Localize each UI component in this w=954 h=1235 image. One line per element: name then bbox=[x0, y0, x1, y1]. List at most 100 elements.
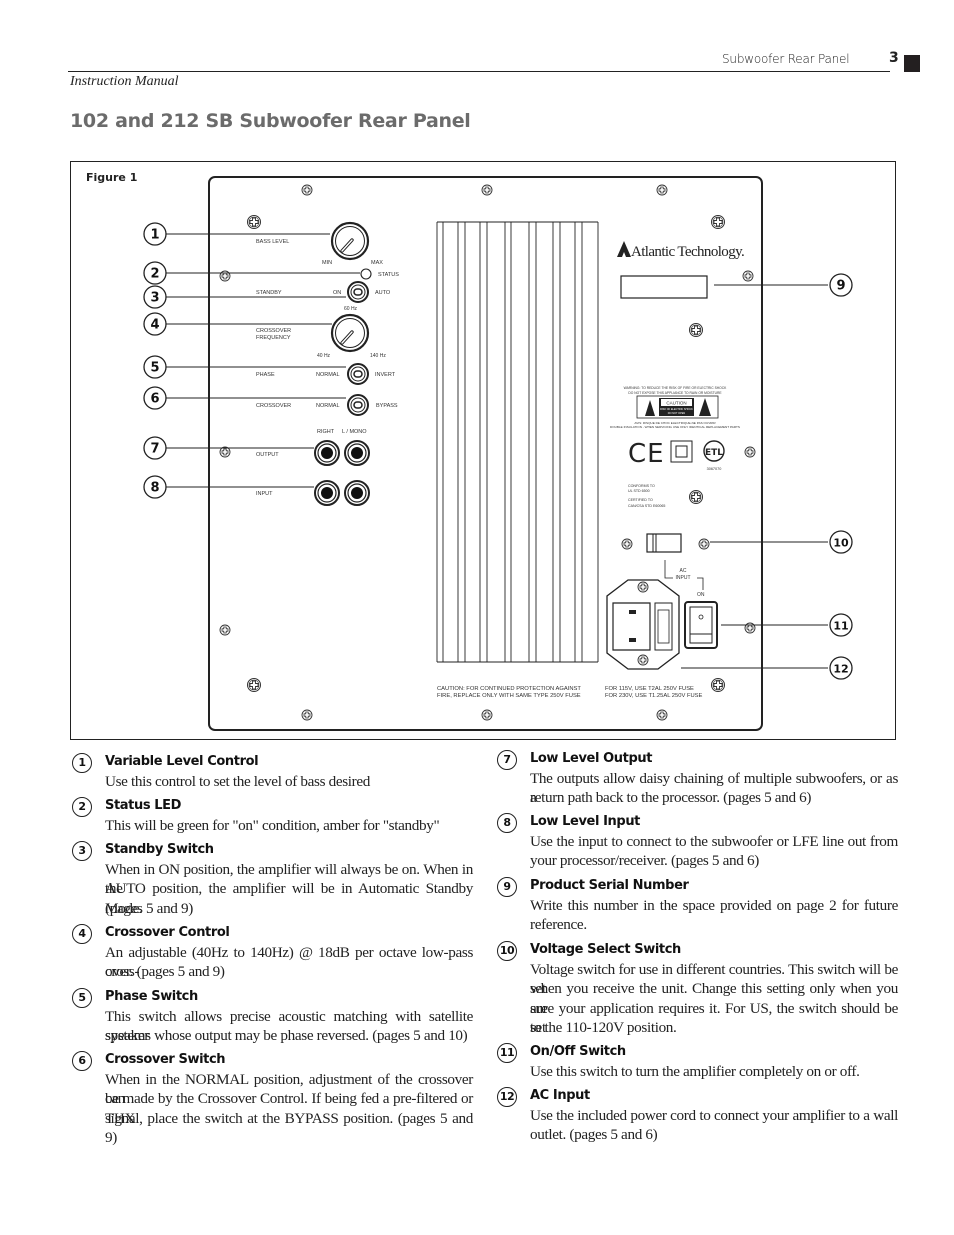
max-label: MAX bbox=[371, 260, 383, 266]
screw-icon bbox=[301, 184, 313, 196]
fuse-rating-line-2: FOR 230V, USE T1.25AL 250V FUSE bbox=[605, 693, 703, 699]
callout-2: 2 bbox=[143, 261, 167, 285]
callout-6: 6 bbox=[143, 386, 167, 410]
status-label: STATUS bbox=[378, 272, 399, 278]
ac-input-label-1: AC bbox=[680, 568, 687, 574]
description-text: outlet. (pages 5 and 6) bbox=[530, 1126, 658, 1144]
standby-switch bbox=[347, 281, 369, 303]
callout-number: 4 bbox=[72, 924, 92, 944]
fuse-rating-line-1: FOR 115V, USE T2AL 250V FUSE bbox=[605, 686, 694, 692]
warning-line-1: WARNING: TO REDUCE THE RISK OF FIRE OR E… bbox=[624, 386, 727, 390]
screw-icon bbox=[689, 323, 703, 337]
description-title: Crossover Switch bbox=[105, 1052, 226, 1067]
description-text: Use this switch to turn the amplifier co… bbox=[530, 1063, 860, 1080]
description-text: Use the input to connect to the subwoofe… bbox=[530, 833, 898, 850]
phase-label: PHASE bbox=[256, 372, 275, 378]
caution-sub-1: RISK OF ELECTRIC SHOCK bbox=[660, 408, 693, 411]
callout-number: 3 bbox=[150, 291, 159, 306]
brand-name: Atlantic Technology. bbox=[631, 244, 744, 260]
freq-40-label: 40 Hz bbox=[317, 353, 331, 359]
standby-on-label: ON bbox=[333, 290, 341, 296]
phase-invert-label: INVERT bbox=[375, 372, 396, 378]
screw-icon bbox=[247, 215, 261, 229]
callout-number: 11 bbox=[497, 1043, 517, 1063]
standby-auto-label: AUTO bbox=[375, 290, 391, 296]
description-title: Status LED bbox=[105, 798, 182, 813]
input-label: INPUT bbox=[256, 491, 273, 497]
output-label: OUTPUT bbox=[256, 452, 279, 458]
description-title: AC Input bbox=[530, 1088, 590, 1103]
callout-number: 2 bbox=[72, 797, 92, 817]
conforms-line-1: CONFORMS TO bbox=[628, 484, 655, 488]
description-text: signal, place the switch at the BYPASS p… bbox=[105, 1109, 473, 1146]
bass-level-label: BASS LEVEL bbox=[256, 239, 289, 245]
callout-number: 9 bbox=[497, 877, 517, 897]
description-title: On/Off Switch bbox=[530, 1044, 626, 1059]
callout-number: 7 bbox=[150, 442, 159, 457]
min-label: MIN bbox=[322, 260, 332, 266]
callout-1: 1 bbox=[143, 222, 167, 246]
output-right-jack bbox=[314, 440, 340, 466]
description-title: Low Level Input bbox=[530, 814, 640, 829]
description-title: Product Serial Number bbox=[530, 878, 689, 893]
description-text: to the 110-120V position. bbox=[530, 1018, 677, 1036]
crossover-bypass-label: BYPASS bbox=[376, 403, 398, 409]
crossover-frequency-label-2: FREQUENCY bbox=[256, 335, 291, 341]
callout-number: 2 bbox=[150, 267, 159, 282]
crossover-frequency-label: CROSSOVER bbox=[256, 328, 291, 334]
crossover-frequency-knob bbox=[330, 313, 370, 353]
description-text: over. (pages 5 and 9) bbox=[105, 963, 225, 981]
standby-label: STANDBY bbox=[256, 290, 282, 296]
callout-number: 1 bbox=[72, 753, 92, 773]
callout-5: 5 bbox=[143, 355, 167, 379]
callout-7: 7 bbox=[143, 436, 167, 460]
description-text: return path back to the processor. (page… bbox=[530, 789, 812, 807]
certified-line-1: CERTIFIED TO bbox=[628, 498, 653, 502]
screw-icon bbox=[637, 581, 649, 593]
description-text: reference. bbox=[530, 916, 587, 934]
screw-icon bbox=[711, 678, 725, 692]
fuse-caution-line-2: FIRE, REPLACE ONLY WITH SAME TYPE 250V F… bbox=[437, 693, 581, 699]
screw-icon bbox=[637, 654, 649, 666]
input-lmono-jack bbox=[344, 480, 370, 506]
description-title: Voltage Select Switch bbox=[530, 942, 681, 957]
description-text: Use this control to set the level of bas… bbox=[105, 773, 371, 790]
warning-line-2: DO NOT EXPOSE THIS APPLIANCE TO RAIN OR … bbox=[628, 391, 722, 395]
svg-text:ETL: ETL bbox=[705, 448, 723, 458]
callout-number: 9 bbox=[836, 279, 845, 294]
warning-line-4: DOUBLE INSULATION - WHEN SERVICING USE O… bbox=[610, 425, 740, 429]
rear-panel-diagram: BASS LEVEL MIN MAX STATUS STANDBY ON AUT… bbox=[143, 176, 853, 731]
description-title: Variable Level Control bbox=[105, 754, 259, 769]
freq-140-label: 140 Hz bbox=[370, 353, 386, 359]
callout-number: 1 bbox=[150, 228, 159, 243]
right-label: RIGHT bbox=[317, 429, 335, 435]
certified-line-2: CAN/CSA STD E60065 bbox=[628, 504, 665, 508]
ce-mark-icon: CE bbox=[628, 439, 665, 469]
screw-icon bbox=[247, 678, 261, 692]
crossover-switch bbox=[347, 394, 369, 416]
callout-9: 9 bbox=[829, 273, 853, 297]
callout-11: 11 bbox=[829, 613, 853, 637]
screw-icon bbox=[744, 446, 756, 458]
callout-10: 10 bbox=[829, 530, 853, 554]
output-lmono-jack bbox=[344, 440, 370, 466]
screw-icon bbox=[621, 538, 633, 550]
callout-number: 10 bbox=[833, 537, 849, 550]
phase-normal-label: NORMAL bbox=[316, 372, 340, 378]
screw-icon bbox=[301, 709, 313, 721]
screw-icon bbox=[689, 490, 703, 504]
callout-number: 7 bbox=[497, 750, 517, 770]
callout-number: 5 bbox=[150, 361, 159, 376]
crossover-label: CROSSOVER bbox=[256, 403, 291, 409]
etl-number: 3067070 bbox=[707, 467, 722, 471]
callout-number: 5 bbox=[72, 988, 92, 1008]
phase-switch bbox=[347, 363, 369, 385]
callout-number: 4 bbox=[150, 318, 159, 333]
input-right-jack bbox=[314, 480, 340, 506]
callout-number: 11 bbox=[833, 620, 848, 633]
callout-8: 8 bbox=[143, 475, 167, 499]
voltage-select-switch bbox=[646, 533, 682, 553]
freq-60-label: 60 Hz bbox=[344, 306, 358, 312]
description-text: Write this number in the space provided … bbox=[530, 897, 898, 914]
screw-icon bbox=[656, 184, 668, 196]
